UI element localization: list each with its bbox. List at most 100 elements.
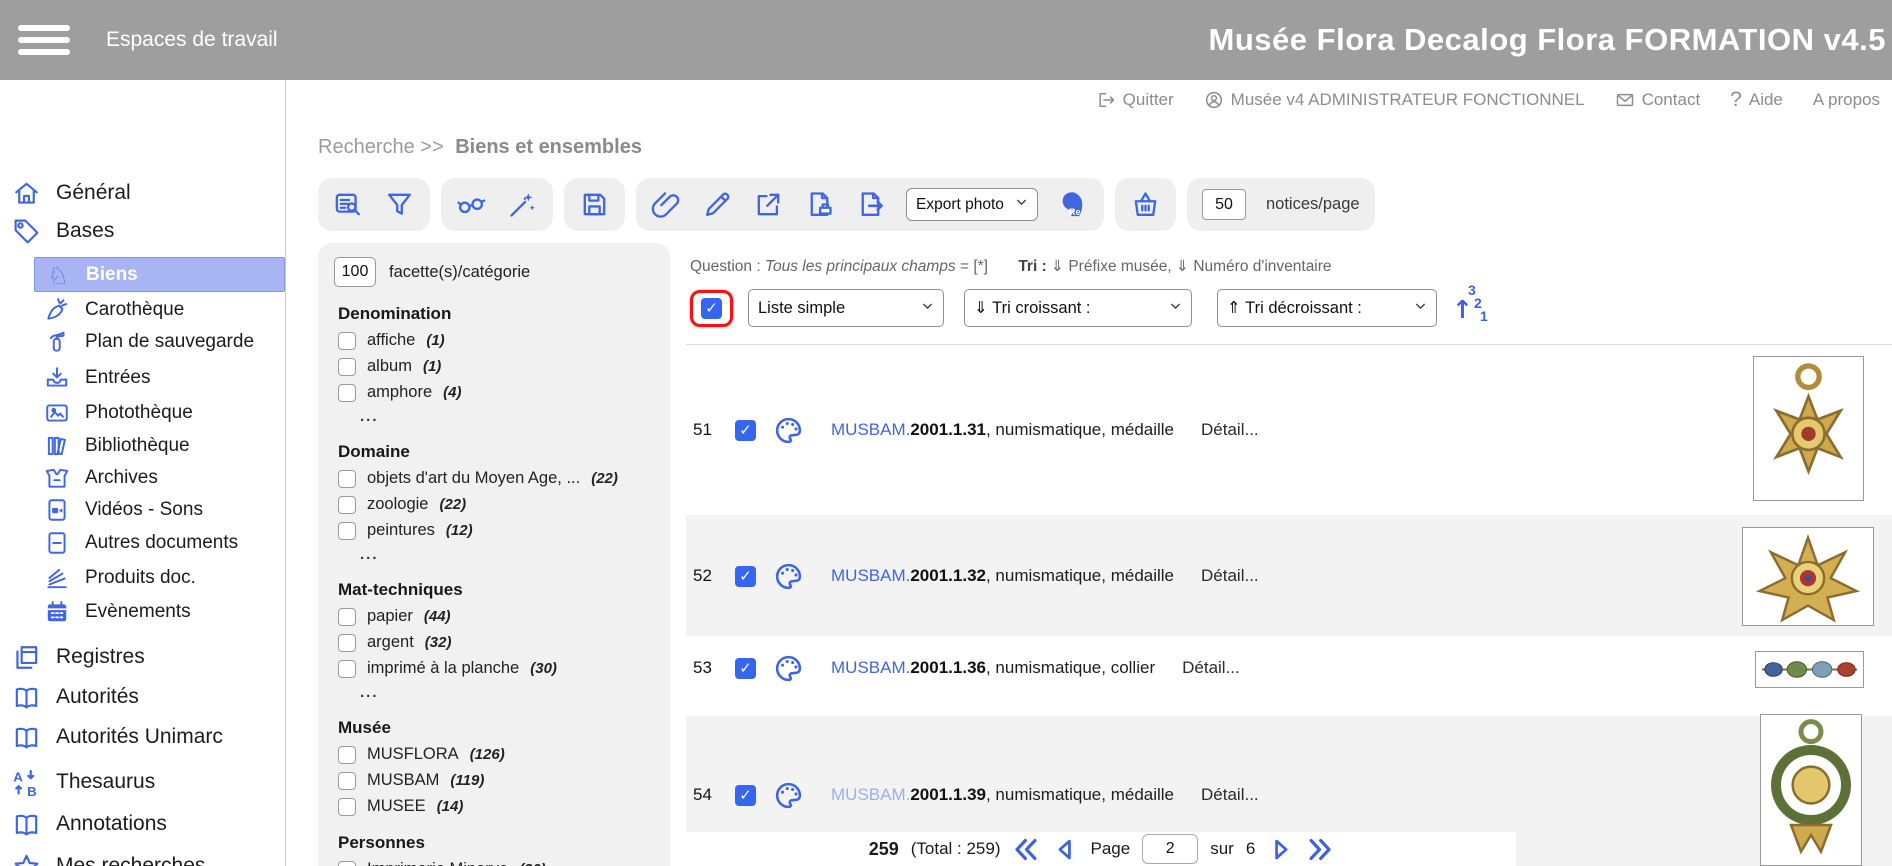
- quit-link[interactable]: Quitter: [1096, 90, 1174, 110]
- facets-count-label: facette(s)/catégorie: [389, 263, 530, 282]
- sidebar-item-registres[interactable]: Registres: [0, 640, 285, 674]
- results-divider: [686, 344, 1892, 345]
- row-checkbox[interactable]: ✓: [735, 566, 756, 587]
- toolbar-group-basket: [1115, 178, 1176, 231]
- previous-page-button[interactable]: [1052, 836, 1079, 863]
- facet-checkbox[interactable]: [338, 358, 356, 376]
- tag-icon: [12, 217, 41, 246]
- sidebar-item-biens[interactable]: ♘ Biens: [34, 257, 285, 292]
- result-row: 53 ✓ MUSBAM.2001.1.36, numismatique, col…: [693, 653, 1240, 683]
- notices-per-page-input[interactable]: [1202, 189, 1246, 220]
- sidebar-item-autres-documents[interactable]: Autres documents: [0, 527, 285, 559]
- sidebar-item-autorites[interactable]: Autorités: [0, 680, 285, 714]
- sidebar-item-annotations[interactable]: Annotations: [0, 807, 285, 841]
- sidebar-item-carotheque[interactable]: Carothèque: [0, 294, 285, 326]
- search-list-button[interactable]: [333, 189, 364, 220]
- result-thumbnail[interactable]: [1755, 651, 1864, 688]
- record-link[interactable]: MUSBAM.: [831, 420, 910, 439]
- attachment-button[interactable]: [651, 189, 682, 220]
- palette-icon[interactable]: [773, 780, 804, 811]
- facet-checkbox[interactable]: [338, 772, 356, 790]
- sidebar-item-general[interactable]: Général: [0, 176, 285, 210]
- sidebar-item-phototheque[interactable]: Photothèque: [0, 397, 285, 429]
- facet-more-link[interactable]: ...: [360, 408, 654, 425]
- select-all-checkbox[interactable]: ✓: [701, 298, 722, 319]
- facet-checkbox[interactable]: [338, 470, 356, 488]
- sort-ascending-select[interactable]: ⇓ Tri croissant :: [964, 289, 1192, 327]
- chevron-down-icon: [1015, 196, 1028, 214]
- external-link-button[interactable]: [753, 189, 784, 220]
- page-number-input[interactable]: [1142, 834, 1198, 864]
- account-link[interactable]: Musée v4 ADMINISTRATEUR FONCTIONNEL: [1204, 90, 1585, 110]
- facet-checkbox[interactable]: [338, 660, 356, 678]
- edit-pencil-button[interactable]: [702, 189, 733, 220]
- glasses-view-button[interactable]: [456, 189, 487, 220]
- row-checkbox[interactable]: ✓: [735, 420, 756, 441]
- row-checkbox[interactable]: ✓: [735, 785, 756, 806]
- filter-funnel-button[interactable]: [384, 189, 415, 220]
- facet-more-link[interactable]: ...: [360, 546, 654, 563]
- sidebar-item-archives[interactable]: Archives: [0, 462, 285, 494]
- exit-icon: [1096, 90, 1116, 110]
- record-link[interactable]: MUSBAM.: [831, 566, 910, 585]
- sidebar-item-mes-recherches[interactable]: Mes recherches: [0, 849, 285, 866]
- record-link[interactable]: MUSBAM.: [831, 785, 910, 804]
- result-thumbnail[interactable]: [1753, 356, 1864, 501]
- about-link[interactable]: A propos: [1813, 90, 1880, 110]
- result-thumbnail[interactable]: [1760, 714, 1862, 866]
- page-label: Page: [1091, 839, 1131, 859]
- facet-checkbox[interactable]: [338, 608, 356, 626]
- facet-checkbox[interactable]: [338, 798, 356, 816]
- next-page-button[interactable]: [1267, 836, 1294, 863]
- export-document-button[interactable]: [855, 189, 886, 220]
- row-checkbox[interactable]: ✓: [735, 658, 756, 679]
- sidebar-item-autorites-unimarc[interactable]: Autorités Unimarc: [0, 720, 285, 754]
- document-icon: [44, 530, 70, 556]
- breadcrumb-current: Biens et ensembles: [455, 136, 642, 158]
- sidebar-item-entrees[interactable]: Entrées: [0, 362, 285, 394]
- results-toolbar: Export photo Re notices/page: [318, 178, 1375, 231]
- facet-item: argent (32): [338, 633, 654, 652]
- export-photo-select[interactable]: Export photo: [906, 188, 1038, 221]
- workspace-label[interactable]: Espaces de travail: [106, 28, 278, 52]
- basket-button[interactable]: [1130, 189, 1161, 220]
- sidebar-item-thesaurus[interactable]: AB Thesaurus: [0, 765, 285, 799]
- contact-link[interactable]: Contact: [1615, 90, 1701, 110]
- result-thumbnail[interactable]: [1742, 527, 1874, 626]
- facet-checkbox[interactable]: [338, 522, 356, 540]
- detail-link[interactable]: Détail...: [1201, 785, 1259, 805]
- sidebar-item-bases[interactable]: Bases: [0, 214, 285, 248]
- magic-wand-button[interactable]: [507, 189, 538, 220]
- save-button[interactable]: [579, 189, 610, 220]
- facet-checkbox[interactable]: [338, 384, 356, 402]
- help-link[interactable]: ? Aide: [1730, 88, 1783, 112]
- multi-sort-button[interactable]: 3 2 1 ↑: [1452, 286, 1488, 330]
- sort-descending-select[interactable]: ⇑ Tri décroissant :: [1217, 289, 1437, 327]
- first-page-button[interactable]: [1013, 836, 1040, 863]
- sidebar-item-bibliotheque[interactable]: Bibliothèque: [0, 430, 285, 462]
- sidebar-item-videos-sons[interactable]: Vidéos - Sons: [0, 494, 285, 526]
- sidebar-item-plan-de-sauvegarde[interactable]: Plan de sauvegarde: [0, 326, 285, 358]
- facet-checkbox[interactable]: [338, 861, 356, 866]
- facet-checkbox[interactable]: [338, 746, 356, 764]
- facet-checkbox[interactable]: [338, 332, 356, 350]
- facet-more-link[interactable]: ...: [360, 684, 654, 701]
- palette-icon[interactable]: [773, 653, 804, 684]
- facet-checkbox[interactable]: [338, 634, 356, 652]
- record-link[interactable]: MUSBAM.: [831, 658, 910, 677]
- facet-checkbox[interactable]: [338, 496, 356, 514]
- last-page-button[interactable]: [1306, 836, 1333, 863]
- facets-count-input[interactable]: [334, 257, 376, 287]
- detail-link[interactable]: Détail...: [1201, 566, 1259, 586]
- decalog-swan-button[interactable]: Re: [1058, 189, 1089, 220]
- books-icon: [44, 433, 70, 459]
- palette-icon[interactable]: [773, 415, 804, 446]
- sidebar-item-evenements[interactable]: Evènements: [0, 596, 285, 628]
- display-mode-select[interactable]: Liste simple: [748, 289, 944, 327]
- detail-link[interactable]: Détail...: [1201, 420, 1259, 440]
- detail-link[interactable]: Détail...: [1182, 658, 1240, 678]
- sidebar-item-produits-doc[interactable]: Produits doc.: [0, 562, 285, 594]
- palette-icon[interactable]: [773, 561, 804, 592]
- hamburger-menu-icon[interactable]: [18, 25, 70, 55]
- print-document-button[interactable]: [804, 189, 835, 220]
